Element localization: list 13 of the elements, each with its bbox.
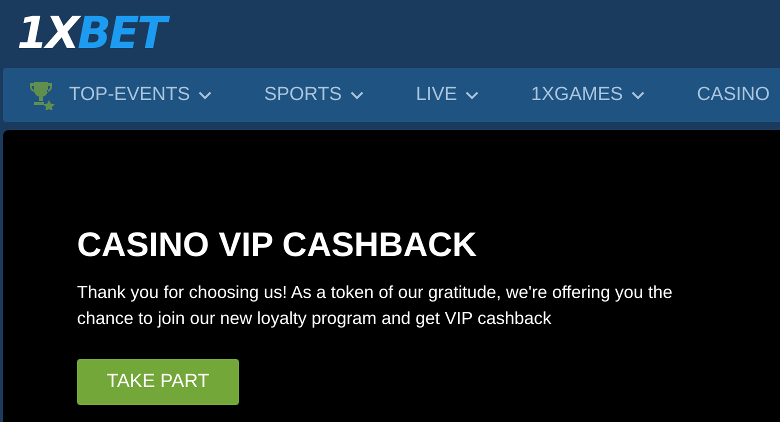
chevron-down-icon xyxy=(630,90,645,100)
chevron-down-icon xyxy=(465,90,480,100)
promo-title: CASINO VIP CASHBACK xyxy=(77,226,478,265)
chevron-down-icon xyxy=(198,90,212,100)
nav-item[interactable]: TOP-EVENTS xyxy=(27,80,212,110)
promo-text: Thank you for choosing us! As a token of our gratitude, we're offering you the chance to join our new loyalty program and get VIP cashback xyxy=(77,281,674,330)
nav-item[interactable]: 1XGAMES xyxy=(531,84,645,106)
nav-item[interactable]: SPORTS xyxy=(264,84,364,106)
take-part-button[interactable]: TAKE PART xyxy=(77,359,239,405)
nav-item[interactable]: LIVE xyxy=(416,84,480,106)
chevron-down-icon xyxy=(350,90,364,100)
trophy-icon xyxy=(27,80,55,110)
nav-item[interactable]: CASINO xyxy=(696,84,770,106)
